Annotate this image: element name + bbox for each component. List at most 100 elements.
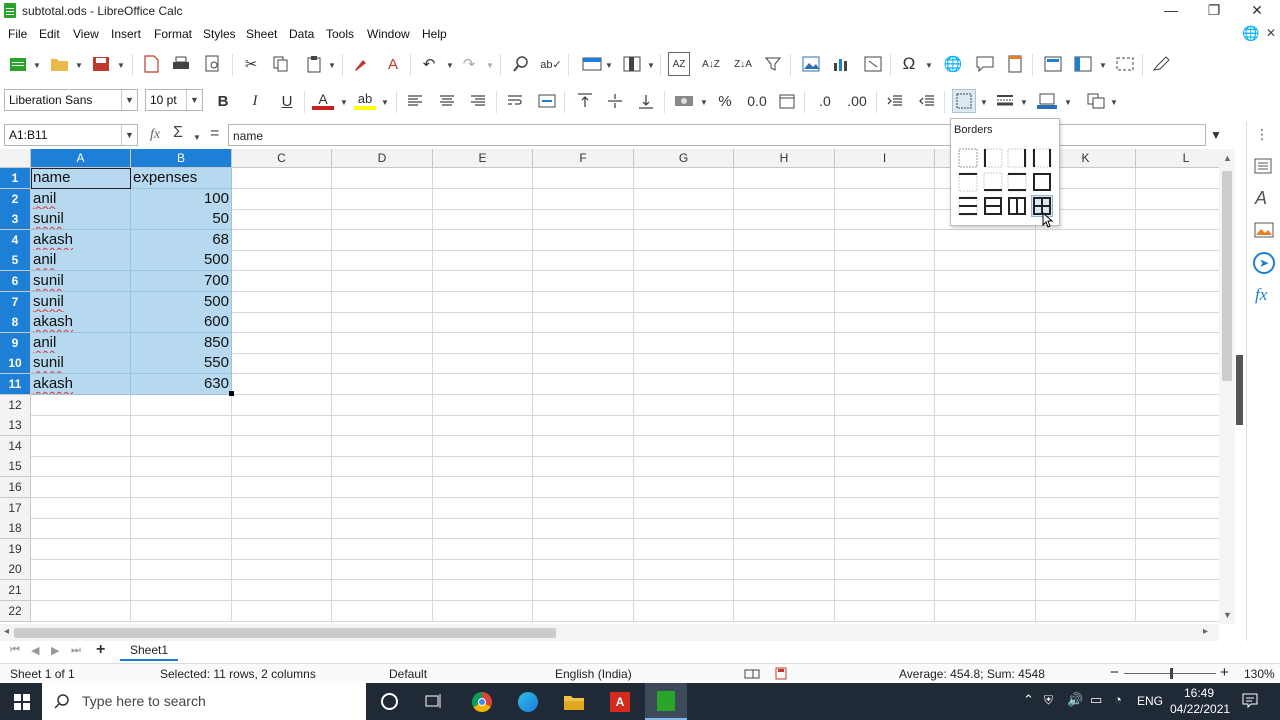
cell-k22[interactable] (1036, 600, 1136, 622)
row-header-1[interactable]: 1 (0, 168, 31, 189)
menu-data[interactable]: Data (289, 27, 314, 41)
align-center-icon[interactable] (436, 89, 458, 113)
cell-j17[interactable] (935, 497, 1036, 519)
row-header-4[interactable]: 4 (0, 229, 31, 251)
column-header-b[interactable]: B (131, 149, 232, 168)
cell-b20[interactable] (131, 559, 232, 581)
file-explorer-icon[interactable] (563, 693, 585, 714)
cell-f15[interactable] (533, 456, 634, 478)
cell-a14[interactable] (31, 435, 131, 457)
cell-e15[interactable] (433, 456, 533, 478)
cell-h20[interactable] (734, 559, 835, 581)
cell-f7[interactable] (533, 291, 634, 313)
cell-f18[interactable] (533, 518, 634, 540)
cell-g10[interactable] (634, 353, 734, 375)
menu-styles[interactable]: Styles (203, 27, 236, 41)
chevron-down-icon[interactable]: ▼ (117, 61, 125, 70)
cell-e2[interactable] (433, 188, 533, 210)
column-header-d[interactable]: D (332, 149, 433, 168)
menu-edit[interactable]: Edit (39, 27, 60, 41)
cell-a21[interactable] (31, 580, 131, 601)
cell-i4[interactable] (835, 229, 935, 251)
cell-i6[interactable] (835, 271, 935, 292)
cell-g18[interactable] (634, 518, 734, 540)
conditional-format-icon[interactable] (1084, 89, 1108, 113)
outer-vertical-inner-option[interactable] (1006, 195, 1028, 217)
sort-descending-icon[interactable]: Z↓A (732, 52, 754, 76)
bottom-border-option[interactable] (982, 171, 1004, 193)
cell-l16[interactable] (1136, 477, 1219, 498)
cell-e21[interactable] (433, 580, 533, 601)
cell-i16[interactable] (835, 477, 935, 498)
left-border-option[interactable] (982, 147, 1004, 169)
cell-a5[interactable]: anil (31, 250, 131, 272)
show-hidden-icons[interactable]: ⌃ (1023, 692, 1034, 708)
cell-c19[interactable] (232, 538, 332, 560)
edge-icon[interactable] (518, 692, 538, 712)
cell-c13[interactable] (232, 415, 332, 437)
paste-icon[interactable] (304, 52, 326, 76)
cell-c10[interactable] (232, 353, 332, 375)
cell-h6[interactable] (734, 271, 835, 292)
cell-i11[interactable] (835, 374, 935, 395)
row-header-17[interactable]: 17 (0, 497, 31, 519)
row-header-18[interactable]: 18 (0, 518, 31, 540)
input-language[interactable]: ENG (1137, 694, 1163, 708)
cell-i14[interactable] (835, 435, 935, 457)
left-right-borders-option[interactable] (1031, 147, 1053, 169)
cell-d8[interactable] (332, 312, 433, 334)
row-header-21[interactable]: 21 (0, 580, 31, 601)
cell-b13[interactable] (131, 415, 232, 437)
menu-sheet[interactable]: Sheet (246, 27, 277, 41)
cell-i21[interactable] (835, 580, 935, 601)
percent-button[interactable]: % (714, 89, 736, 113)
cell-c9[interactable] (232, 332, 332, 354)
autofilter-icon[interactable] (762, 52, 784, 76)
row-header-2[interactable]: 2 (0, 188, 31, 210)
chevron-down-icon[interactable]: ▼ (328, 61, 336, 70)
cell-l2[interactable] (1136, 189, 1219, 210)
cell-d15[interactable] (332, 456, 433, 478)
cell-k18[interactable] (1036, 518, 1136, 540)
cell-f4[interactable] (533, 229, 634, 251)
borders-button-icon[interactable] (952, 89, 976, 113)
hyperlink-icon[interactable]: 🌐 (942, 52, 964, 76)
copy-icon[interactable] (270, 52, 292, 76)
cell-k5[interactable] (1036, 250, 1136, 272)
cell-d1[interactable] (332, 168, 433, 189)
chevron-down-icon[interactable]: ▼ (121, 90, 137, 110)
cell-h14[interactable] (734, 435, 835, 457)
cell-c18[interactable] (232, 518, 332, 540)
cell-a12[interactable] (31, 394, 131, 416)
cell-b12[interactable] (131, 394, 232, 416)
cell-g13[interactable] (634, 415, 734, 437)
horizontal-scroll-thumb[interactable] (14, 628, 556, 638)
cell-b6[interactable]: 700 (131, 271, 232, 292)
cell-c17[interactable] (232, 497, 332, 519)
zoom-in-button[interactable]: + (1220, 664, 1229, 681)
cell-b22[interactable] (131, 600, 232, 622)
zoom-slider-thumb[interactable] (1170, 668, 1173, 679)
cell-k21[interactable] (1036, 580, 1136, 601)
cell-d22[interactable] (332, 600, 433, 622)
cell-h7[interactable] (734, 291, 835, 313)
cell-a20[interactable] (31, 559, 131, 581)
menu-file[interactable]: File (8, 27, 27, 41)
menu-tools[interactable]: Tools (326, 27, 354, 41)
clone-formatting-icon[interactable] (350, 52, 372, 76)
row-header-19[interactable]: 19 (0, 538, 31, 560)
cell-g4[interactable] (634, 229, 734, 251)
scroll-left-icon[interactable]: ◂ (4, 626, 9, 637)
cell-e9[interactable] (433, 332, 533, 354)
cell-h17[interactable] (734, 497, 835, 519)
border-color-icon[interactable] (1034, 89, 1060, 113)
cell-k10[interactable] (1036, 353, 1136, 375)
cell-g12[interactable] (634, 394, 734, 416)
taskbar-search-box[interactable]: Type here to search (42, 683, 366, 720)
cell-h12[interactable] (734, 394, 835, 416)
cell-h13[interactable] (734, 415, 835, 437)
split-window-icon[interactable] (1114, 52, 1136, 76)
cell-g22[interactable] (634, 600, 734, 622)
styles-icon[interactable]: A (1255, 188, 1267, 209)
cell-f3[interactable] (533, 209, 634, 231)
